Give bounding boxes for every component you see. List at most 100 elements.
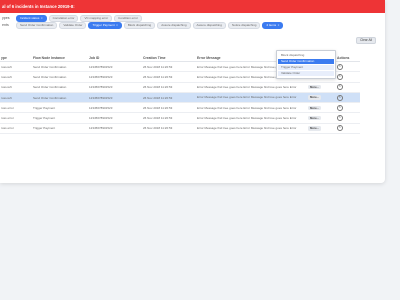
element-chip-label: Block dispatching <box>127 22 152 27</box>
element-chip-label: Assure dispatching <box>161 22 187 27</box>
more-button[interactable]: More... <box>308 95 322 100</box>
cell-type: ross error <box>0 102 32 114</box>
cell-flow: Send Order Confirmation <box>32 71 88 83</box>
more-button[interactable]: More... <box>308 84 322 90</box>
table-row[interactable]: ross error Trigger Payment 12345678901523 2… <box>0 112 360 124</box>
element-chip-label: Validate Order <box>63 22 83 27</box>
column-header[interactable]: Job ID <box>88 54 142 62</box>
column-header[interactable]: Actions <box>336 54 360 62</box>
element-chip[interactable]: Assure dispatching <box>192 21 226 29</box>
remove-chip-icon[interactable]: × <box>278 23 280 28</box>
filter-row-elements: ents Send Order Confirmation Validate Ord… <box>0 21 285 29</box>
cell-time: 26 Nov 2018 11:20:53 <box>142 71 196 83</box>
dropdown-option[interactable]: Trigger Payment <box>278 64 334 71</box>
type-chip-label: VC mapping error <box>84 15 109 20</box>
cell-type: ross-left <box>0 92 32 104</box>
cell-flow: Send Order Confirmation <box>32 61 88 73</box>
cell-time: 26 Nov 2018 11:20:53 <box>142 82 196 93</box>
cell-time: 26 Nov 2018 11:20:53 <box>142 92 196 104</box>
cell-actions: ↻ <box>336 61 360 73</box>
cell-type: ross-left <box>0 82 32 93</box>
cell-type: ross error <box>0 123 32 135</box>
cell-flow: Trigger Payment <box>32 123 88 135</box>
cell-time: 26 Nov 2018 11:20:53 <box>142 112 196 124</box>
cell-job: 12345678901523 <box>88 92 142 104</box>
retry-icon[interactable]: ↻ <box>337 104 343 111</box>
cell-flow: Trigger Payment <box>32 112 88 124</box>
column-header[interactable]: ype <box>0 54 32 62</box>
error-message-text: Error Message find tree goes here Error … <box>197 85 297 90</box>
element-chip-label: Trigger Payment <box>92 22 115 27</box>
cell-actions: ↻ <box>336 112 360 124</box>
retry-icon[interactable]: ↻ <box>337 84 343 91</box>
filter-label-types: ypes <box>2 16 10 20</box>
table-row[interactable]: ross-left Send Order Confirmation 12345678… <box>0 82 360 93</box>
cell-type: ross-left <box>0 61 32 73</box>
cell-error-message: Error Message find tree goes here Error … <box>196 82 336 93</box>
more-button[interactable]: More... <box>308 126 322 131</box>
incidents-panel: al of 6 incidents in Instance 20919-8: y… <box>0 0 385 183</box>
column-header[interactable]: Creation Time <box>142 54 196 62</box>
element-chip-label: Notice dispatching <box>231 22 257 27</box>
cell-time: 26 Nov 2018 11:20:53 <box>142 123 196 135</box>
element-chip[interactable]: Send Order Confirmation <box>16 21 58 29</box>
cell-job: 12345678901523 <box>88 123 142 135</box>
cell-type: ross-left <box>0 71 32 83</box>
error-message-text: Error Message find tree goes here Error … <box>197 105 297 110</box>
element-chip[interactable]: Validate Order <box>59 21 87 29</box>
cell-job: 12345678901523 <box>88 71 142 83</box>
dropdown-option[interactable]: Block dispatching <box>278 53 334 59</box>
cell-job: 12345678901523 <box>88 82 142 93</box>
cell-time: 26 Nov 2018 11:20:53 <box>142 61 196 73</box>
cell-actions: ↻ <box>336 123 360 135</box>
filter-label-elements: ents <box>2 23 9 27</box>
cell-job: 12345678901523 <box>88 112 142 124</box>
cell-type: ross error <box>0 112 32 124</box>
error-message-text: Error Message find tree goes here Error … <box>197 116 297 121</box>
retry-icon[interactable]: ↻ <box>337 94 343 101</box>
element-chip[interactable]: Trigger Payment × <box>88 21 122 29</box>
cell-error-message: Error Message find tree goes here Error … <box>196 123 336 135</box>
element-chip[interactable]: Assure dispatching <box>157 21 191 29</box>
retry-icon[interactable]: ↻ <box>337 125 343 132</box>
error-message-text: Error Message find tree goes here Error … <box>197 95 297 100</box>
more-button[interactable]: More... <box>308 105 322 111</box>
element-chip[interactable]: Notice dispatching <box>227 21 261 29</box>
table-row[interactable]: ross-left Send Order Confirmation 12345678… <box>0 92 360 104</box>
cell-flow: Send Order Confirmation <box>32 92 88 104</box>
cell-job: 12345678901523 <box>88 102 142 114</box>
element-chip-label: 4 items <box>266 22 277 27</box>
incidents-banner: al of 6 incidents in Instance 20919-8: <box>0 0 385 13</box>
cell-error-message: Error Message find tree goes here Error … <box>196 112 336 124</box>
cell-actions: ↻ <box>336 82 360 93</box>
dropdown-option[interactable]: Send Order Confirmation <box>278 58 334 65</box>
retry-icon[interactable]: ↻ <box>337 63 343 70</box>
clear-all-button[interactable]: Clear All <box>356 37 376 44</box>
cell-actions: ↻ <box>336 102 360 114</box>
cell-error-message: Error Message find tree goes here Error … <box>196 92 336 104</box>
column-header[interactable]: Flow Node Instance <box>32 54 88 62</box>
cell-error-message: Error Message find tree goes here Error … <box>196 102 336 114</box>
element-chip-label: Assure dispatching <box>196 22 222 27</box>
element-chip-list: Send Order Confirmation Validate Order Tri… <box>16 21 285 29</box>
cell-time: 26 Nov 2018 11:20:53 <box>142 102 196 114</box>
table-row[interactable]: ross error Trigger Payment 12345678901523 2… <box>0 123 360 135</box>
cell-actions: ↻ <box>336 71 360 83</box>
type-chip-label: Incident status <box>20 15 40 20</box>
retry-icon[interactable]: ↻ <box>337 115 343 122</box>
remove-chip-icon[interactable]: × <box>116 23 118 28</box>
element-chip-label: Send Order Confirmation <box>20 22 54 27</box>
type-chip-label: Correlation error <box>52 15 75 20</box>
cell-job: 12345678901523 <box>88 61 142 73</box>
table-row[interactable]: ross error Trigger Payment 12345678901523 2… <box>0 102 360 114</box>
cell-flow: Send Order Confirmation <box>32 82 88 93</box>
more-button[interactable]: More... <box>308 115 322 121</box>
cell-flow: Trigger Payment <box>32 102 88 114</box>
retry-icon[interactable]: ↻ <box>337 73 343 80</box>
type-chip-label: Condition error <box>118 15 138 20</box>
element-filter-dropdown[interactable]: Block dispatching Send Order Confirmation… <box>276 50 336 79</box>
element-chip[interactable]: 4 items × <box>262 21 284 29</box>
remove-chip-icon[interactable]: × <box>41 16 43 21</box>
dropdown-option[interactable]: Validate Order <box>278 70 334 77</box>
element-chip[interactable]: Block dispatching <box>123 21 156 29</box>
